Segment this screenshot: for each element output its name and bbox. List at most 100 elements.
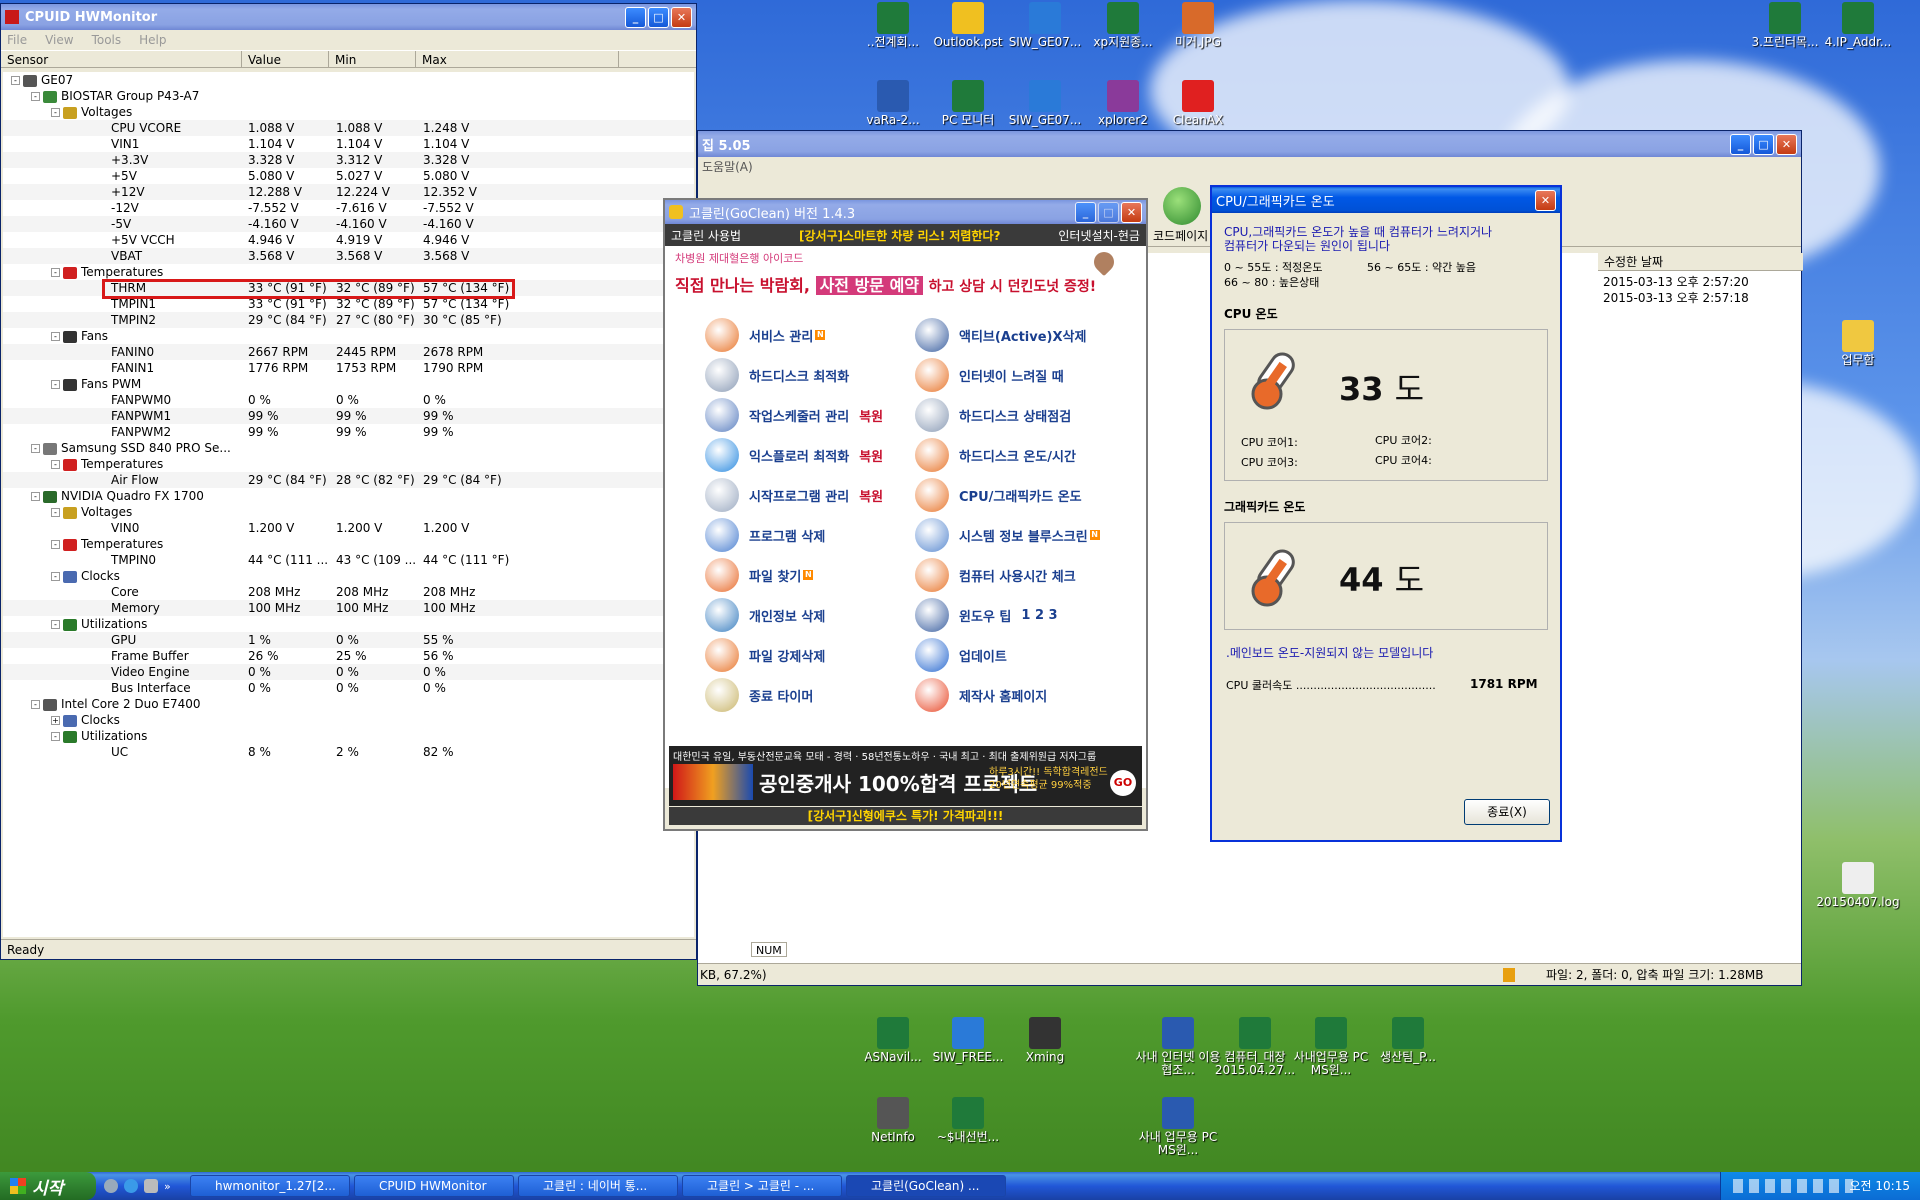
- goclean-menu-item[interactable]: 액티브(Active)X삭제: [915, 318, 1086, 352]
- sensor-group-row[interactable]: + Clocks: [3, 712, 694, 728]
- sensor-row[interactable]: Frame Buffer 26 % 25 % 56 %: [3, 648, 694, 664]
- collapse-icon[interactable]: -: [51, 572, 60, 581]
- desktop-icon[interactable]: ..전계회...: [850, 2, 936, 49]
- minimize-button[interactable]: _: [625, 6, 646, 28]
- desktop-icon[interactable]: 4.IP_Addr...: [1815, 2, 1901, 49]
- desktop-icon[interactable]: PC 모니터: [925, 80, 1011, 127]
- goclean-menu-item[interactable]: 제작사 홈페이지: [915, 678, 1047, 712]
- goclean-menu-item[interactable]: 파일 찾기 N: [705, 558, 814, 592]
- temperature-dialog[interactable]: CPU/그래픽카드 온도 ✕ CPU,그래픽카드 온도가 높을 때 컴퓨터가 느…: [1210, 185, 1562, 842]
- sensor-row[interactable]: FANPWM2 99 % 99 % 99 %: [3, 424, 694, 440]
- goclean-menu-item[interactable]: 인터넷이 느려질 때: [915, 358, 1064, 392]
- desktop-icon[interactable]: Xming: [1002, 1017, 1088, 1064]
- column-max[interactable]: Max: [416, 51, 619, 67]
- goclean-menu-item[interactable]: 파일 강제삭제: [705, 638, 825, 672]
- bottom-banner-ad[interactable]: 대한민국 유일, 부동산전문교육 모태 - 경력 · 58년전통노하우 · 국내…: [669, 746, 1142, 806]
- goclean-menu-item[interactable]: 하드디스크 온도/시간: [915, 438, 1076, 472]
- collapse-icon[interactable]: -: [51, 332, 60, 341]
- desktop-icon[interactable]: CleanAX: [1155, 80, 1241, 127]
- sensor-row[interactable]: FANIN0 2667 RPM 2445 RPM 2678 RPM: [3, 344, 694, 360]
- sensor-group-row[interactable]: - Utilizations: [3, 616, 694, 632]
- desktop-icon[interactable]: xp지원종...: [1080, 2, 1166, 49]
- sensor-group-row[interactable]: - Intel Core 2 Duo E7400: [3, 696, 694, 712]
- sensor-row[interactable]: Bus Interface 0 % 0 % 0 %: [3, 680, 694, 696]
- collapse-icon[interactable]: -: [31, 444, 40, 453]
- sensor-group-row[interactable]: - Utilizations: [3, 728, 694, 744]
- taskbar-item[interactable]: CPUID HWMonitor: [354, 1175, 514, 1197]
- goclean-menu-item[interactable]: 컴퓨터 사용시간 체크: [915, 558, 1076, 592]
- goclean-menu-item[interactable]: 시작프로그램 관리 복원: [705, 478, 883, 512]
- codepage-label[interactable]: 코드페이지: [1153, 227, 1208, 244]
- sensor-row[interactable]: VIN0 1.200 V 1.200 V 1.200 V: [3, 520, 694, 536]
- sensor-group-row[interactable]: - Temperatures: [3, 264, 694, 280]
- sensor-row[interactable]: VIN1 1.104 V 1.104 V 1.104 V: [3, 136, 694, 152]
- collapse-icon[interactable]: -: [51, 620, 60, 629]
- desktop-icon[interactable]: NetInfo: [850, 1097, 936, 1144]
- column-value[interactable]: Value: [242, 51, 329, 67]
- menu-tools[interactable]: Tools: [92, 33, 122, 47]
- sensor-row[interactable]: UC 8 % 2 % 82 %: [3, 744, 694, 760]
- sensor-row[interactable]: +5V 5.080 V 5.027 V 5.080 V: [3, 168, 694, 184]
- menu-item-extra[interactable]: 복원: [859, 486, 883, 505]
- taskbar-item[interactable]: 고클린 : 네이버 통...: [518, 1175, 678, 1197]
- sensor-row[interactable]: TMPIN2 29 °C (84 °F) 27 °C (80 °F) 30 °C (8…: [3, 312, 694, 328]
- goclean-menu-item[interactable]: 하드디스크 상태점검: [915, 398, 1071, 432]
- desktop-icon[interactable]: vaRa-2...: [850, 80, 936, 127]
- tray-icons[interactable]: [1733, 1179, 1853, 1193]
- close-button[interactable]: ✕: [1776, 133, 1797, 155]
- sensor-group-row[interactable]: - Samsung SSD 840 PRO Se...: [3, 440, 694, 456]
- sensor-group-row[interactable]: - Temperatures: [3, 456, 694, 472]
- expand-icon[interactable]: +: [51, 716, 60, 725]
- taskbar-item[interactable]: 고클린 > 고클린 - ...: [682, 1175, 842, 1197]
- desktop-icon[interactable]: SIW_GE07...: [1002, 80, 1088, 127]
- sensor-tree[interactable]: - GE07- BIOSTAR Group P43-A7- Voltages CPU V…: [3, 72, 694, 937]
- sensor-row[interactable]: +5V VCCH 4.946 V 4.919 V 4.946 V: [3, 232, 694, 248]
- sensor-row[interactable]: Memory 100 MHz 100 MHz 100 MHz: [3, 600, 694, 616]
- archive-titlebar[interactable]: 집 5.05 _ □ ✕: [698, 131, 1801, 157]
- sensor-group-row[interactable]: - Voltages: [3, 104, 694, 120]
- goclean-titlebar[interactable]: 고클린(GoClean) 버전 1.4.3 _ □ ✕: [665, 200, 1146, 224]
- collapse-icon[interactable]: -: [51, 380, 60, 389]
- sensor-row[interactable]: +3.3V 3.328 V 3.312 V 3.328 V: [3, 152, 694, 168]
- collapse-icon[interactable]: -: [51, 108, 60, 117]
- quicklaunch-icon[interactable]: [144, 1179, 158, 1193]
- maximize-button[interactable]: □: [648, 6, 669, 28]
- sensor-row[interactable]: GPU 1 % 0 % 55 %: [3, 632, 694, 648]
- collapse-icon[interactable]: -: [51, 460, 60, 469]
- ie-icon[interactable]: [124, 1179, 138, 1193]
- sensor-row[interactable]: CPU VCORE 1.088 V 1.088 V 1.248 V: [3, 120, 694, 136]
- sensor-group-row[interactable]: - BIOSTAR Group P43-A7: [3, 88, 694, 104]
- hwmonitor-window[interactable]: CPUID HWMonitor _ □ ✕ File View Tools He…: [0, 3, 787, 960]
- temperature-titlebar[interactable]: CPU/그래픽카드 온도 ✕: [1212, 187, 1560, 213]
- quicklaunch-icon[interactable]: [104, 1179, 118, 1193]
- sensor-group-row[interactable]: - NVIDIA Quadro FX 1700: [3, 488, 694, 504]
- goclean-menu-item[interactable]: 작업스케줄러 관리 복원: [705, 398, 883, 432]
- sensor-row[interactable]: FANPWM0 0 % 0 % 0 %: [3, 392, 694, 408]
- desktop-icon[interactable]: 컴퓨터_대장 2015.04.27...: [1212, 1017, 1298, 1077]
- sensor-row[interactable]: TMPIN0 44 °C (111 ... 43 °C (109 ... 44 °C …: [3, 552, 694, 568]
- close-button[interactable]: ✕: [1535, 189, 1556, 211]
- sensor-row[interactable]: -12V -7.552 V -7.616 V -7.552 V: [3, 200, 694, 216]
- desktop-icon[interactable]: 사내업무용 PC MS윈...: [1288, 1017, 1374, 1077]
- sensor-row[interactable]: -5V -4.160 V -4.160 V -4.160 V: [3, 216, 694, 232]
- collapse-icon[interactable]: -: [31, 492, 40, 501]
- goclean-menu-item[interactable]: 하드디스크 최적화: [705, 358, 849, 392]
- sensor-row[interactable]: +12V 12.288 V 12.224 V 12.352 V: [3, 184, 694, 200]
- chevron-right-icon[interactable]: »: [164, 1180, 171, 1193]
- goclean-menu-item[interactable]: 윈도우 팁 1 2 3: [915, 598, 1058, 632]
- menu-item-extra[interactable]: 복원: [859, 446, 883, 465]
- internet-install-link[interactable]: 인터넷설치-현금: [1058, 227, 1140, 244]
- collapse-icon[interactable]: -: [51, 268, 60, 277]
- desktop-icon[interactable]: 업무함: [1815, 320, 1901, 367]
- start-button[interactable]: 시작: [0, 1172, 96, 1200]
- sensor-group-row[interactable]: - Clocks: [3, 568, 694, 584]
- desktop-icon[interactable]: 20150407.log: [1815, 862, 1901, 909]
- sensor-row[interactable]: FANIN1 1776 RPM 1753 RPM 1790 RPM: [3, 360, 694, 376]
- sensor-group-row[interactable]: - Voltages: [3, 504, 694, 520]
- minimize-button[interactable]: _: [1730, 133, 1751, 155]
- minimize-button[interactable]: _: [1075, 201, 1096, 223]
- sensor-row[interactable]: Air Flow 29 °C (84 °F) 28 °C (82 °F) 29 °C …: [3, 472, 694, 488]
- desktop-icon[interactable]: 미거.JPG: [1155, 2, 1241, 49]
- ad2-go-button[interactable]: GO: [1110, 770, 1136, 796]
- desktop-icon[interactable]: ~$내선번...: [925, 1097, 1011, 1144]
